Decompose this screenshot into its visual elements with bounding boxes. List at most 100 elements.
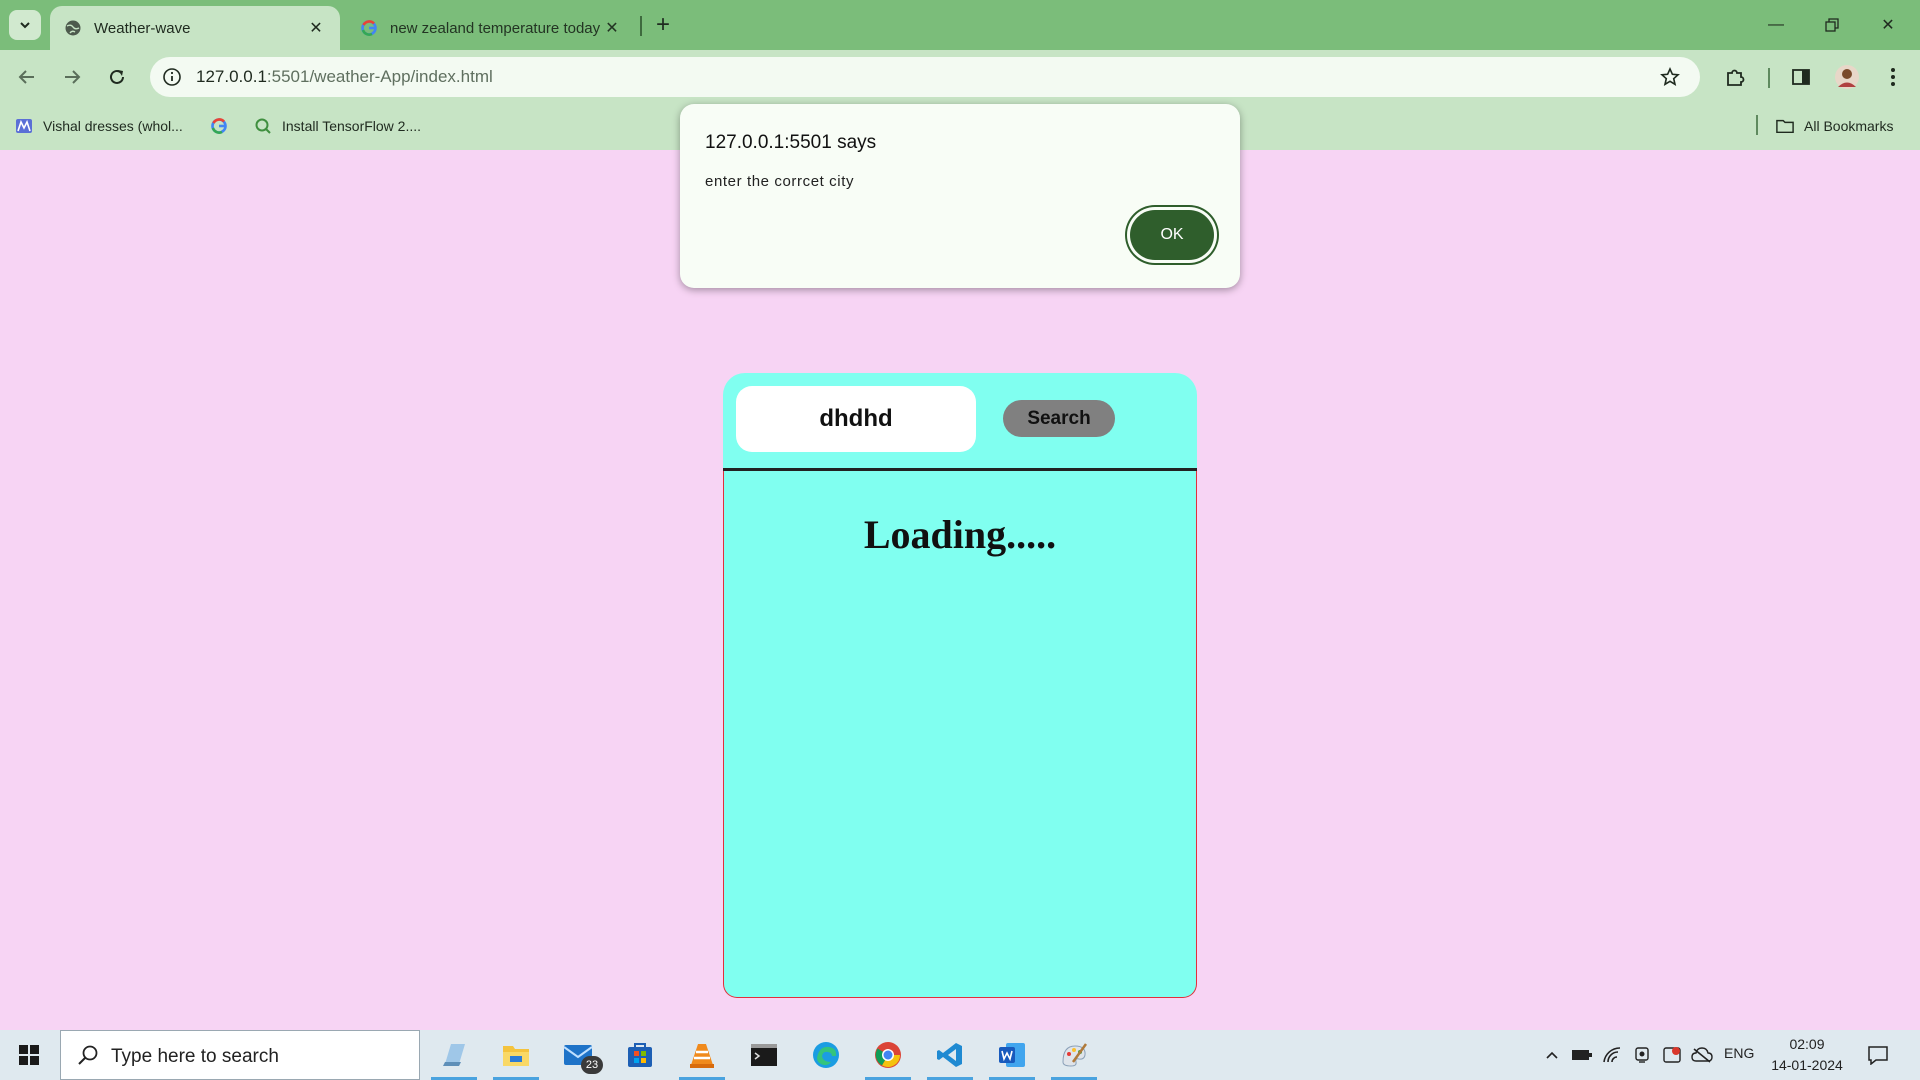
close-icon: ✕ (1881, 17, 1895, 34)
bookmark-google[interactable] (210, 114, 238, 138)
tab-title: new zealand temperature today - G (390, 19, 602, 37)
taskbar-search-box[interactable] (60, 1030, 420, 1080)
restore-icon (1825, 18, 1839, 32)
close-tab-icon[interactable]: ✕ (306, 18, 326, 38)
meesho-icon (15, 117, 33, 135)
search-bar-area: Search (723, 373, 1197, 471)
taskbar-app-file-explorer[interactable] (487, 1030, 545, 1080)
chevron-up-icon (1546, 1051, 1558, 1059)
bookmark-label: Vishal dresses (whol... (43, 118, 183, 134)
windows-taskbar: 23 ENG 0 (0, 1030, 1920, 1080)
chrome-icon (875, 1042, 901, 1068)
onedrive-tray[interactable] (1690, 1043, 1714, 1067)
show-hidden-icons-button[interactable] (1540, 1043, 1564, 1067)
google-g-icon (210, 117, 228, 135)
menu-button[interactable] (1876, 60, 1910, 94)
tab-weather-wave[interactable]: Weather-wave ✕ (50, 6, 340, 50)
folder-icon (503, 1046, 529, 1066)
vscode-icon (937, 1043, 962, 1067)
bookmark-vishal-dresses[interactable]: Vishal dresses (whol... (15, 114, 183, 138)
clock-date: 14-01-2024 (1771, 1057, 1843, 1073)
notifications-button[interactable] (1864, 1042, 1892, 1068)
start-button[interactable] (0, 1030, 58, 1080)
bookmark-star-icon[interactable] (1658, 65, 1682, 89)
terminal-icon (751, 1044, 777, 1066)
site-info-icon[interactable] (160, 65, 184, 89)
taskbar-app-edge[interactable] (797, 1030, 855, 1080)
all-bookmarks-button[interactable]: All Bookmarks (1776, 114, 1893, 138)
search-q-icon (254, 117, 272, 135)
tab-search-button[interactable] (9, 10, 41, 40)
avatar-icon (1835, 65, 1859, 89)
taskbar-app-notepad[interactable] (425, 1030, 483, 1080)
minimize-button[interactable]: — (1748, 0, 1804, 50)
toolbar-separator (1768, 68, 1770, 88)
address-bar[interactable]: 127.0.0.1:5501/weather-App/index.html (150, 57, 1700, 97)
battery-icon (1572, 1050, 1592, 1060)
search-button[interactable]: Search (1003, 400, 1115, 437)
taskbar-app-word[interactable] (983, 1030, 1041, 1080)
cloud-off-icon (1691, 1047, 1713, 1063)
language-indicator[interactable]: ENG (1724, 1045, 1754, 1061)
arrow-left-icon (18, 70, 34, 84)
close-tab-icon[interactable]: ✕ (602, 18, 622, 38)
side-panel-button[interactable] (1784, 60, 1818, 94)
tab-strip: Weather-wave ✕ new zealand temperature t… (0, 0, 1920, 50)
dialog-title: 127.0.0.1:5501 says (705, 132, 877, 153)
dialog-ok-button[interactable]: OK (1130, 210, 1214, 260)
taskbar-search-input[interactable] (109, 1043, 403, 1071)
side-panel-icon (1792, 69, 1810, 85)
google-g-icon (360, 19, 378, 37)
security-tray[interactable] (1660, 1043, 1684, 1067)
city-input[interactable] (736, 386, 976, 452)
restore-button[interactable] (1804, 0, 1860, 50)
minimize-icon: — (1768, 16, 1784, 33)
notepad-icon (443, 1044, 465, 1066)
chevron-down-icon (20, 22, 30, 29)
loading-text: Loading..... (863, 512, 1057, 557)
device-icon (1635, 1047, 1649, 1063)
weather-result-area: Loading..... (723, 471, 1197, 998)
browser-toolbar: 127.0.0.1:5501/weather-App/index.html (0, 50, 1920, 102)
battery-tray[interactable] (1570, 1043, 1594, 1067)
bookmark-label: Install TensorFlow 2.... (282, 118, 422, 134)
network-tray[interactable] (1600, 1043, 1624, 1067)
forward-button[interactable] (55, 60, 89, 94)
taskbar-app-mail[interactable]: 23 (549, 1030, 607, 1080)
globe-icon (64, 19, 82, 37)
new-tab-button[interactable]: + (648, 10, 678, 40)
puzzle-icon (1727, 69, 1745, 86)
url-path: :5501/weather-App/index.html (266, 67, 493, 86)
taskbar-app-vscode[interactable] (921, 1030, 979, 1080)
weather-card: Search Loading..... (723, 373, 1197, 998)
alert-dialog: 127.0.0.1:5501 says enter the corrcet ci… (680, 104, 1240, 288)
url-text: 127.0.0.1:5501/weather-App/index.html (196, 67, 493, 87)
close-window-button[interactable]: ✕ (1860, 0, 1916, 50)
taskbar-app-terminal[interactable] (735, 1030, 793, 1080)
notification-icon (1868, 1046, 1888, 1065)
tab-separator (640, 16, 642, 36)
taskbar-app-vlc[interactable] (673, 1030, 731, 1080)
back-button[interactable] (10, 60, 44, 94)
tab-new-zealand-temperature[interactable]: new zealand temperature today - G ✕ (346, 6, 636, 50)
search-icon (78, 1045, 98, 1065)
reload-button[interactable] (100, 60, 134, 94)
url-host: 127.0.0.1 (196, 67, 267, 86)
taskbar-app-store[interactable] (611, 1030, 669, 1080)
taskbar-app-chrome[interactable] (859, 1030, 917, 1080)
profile-avatar[interactable] (1830, 60, 1864, 94)
device-tray[interactable] (1630, 1043, 1654, 1067)
folder-icon (1776, 117, 1794, 135)
vlc-icon (690, 1044, 714, 1068)
extensions-button[interactable] (1718, 60, 1752, 94)
tab-title: Weather-wave (94, 19, 191, 37)
plus-icon: + (655, 11, 670, 38)
more-vertical-icon (1891, 68, 1895, 86)
bookmark-install-tensorflow[interactable]: Install TensorFlow 2.... (254, 114, 421, 138)
reload-icon (110, 69, 124, 84)
windows-logo-icon (19, 1045, 39, 1065)
arrow-right-icon (65, 70, 81, 84)
taskbar-app-paint[interactable] (1045, 1030, 1103, 1080)
system-clock[interactable]: 02:09 14-01-2024 (1762, 1034, 1852, 1076)
dialog-message: enter the corrcet city (705, 173, 855, 190)
